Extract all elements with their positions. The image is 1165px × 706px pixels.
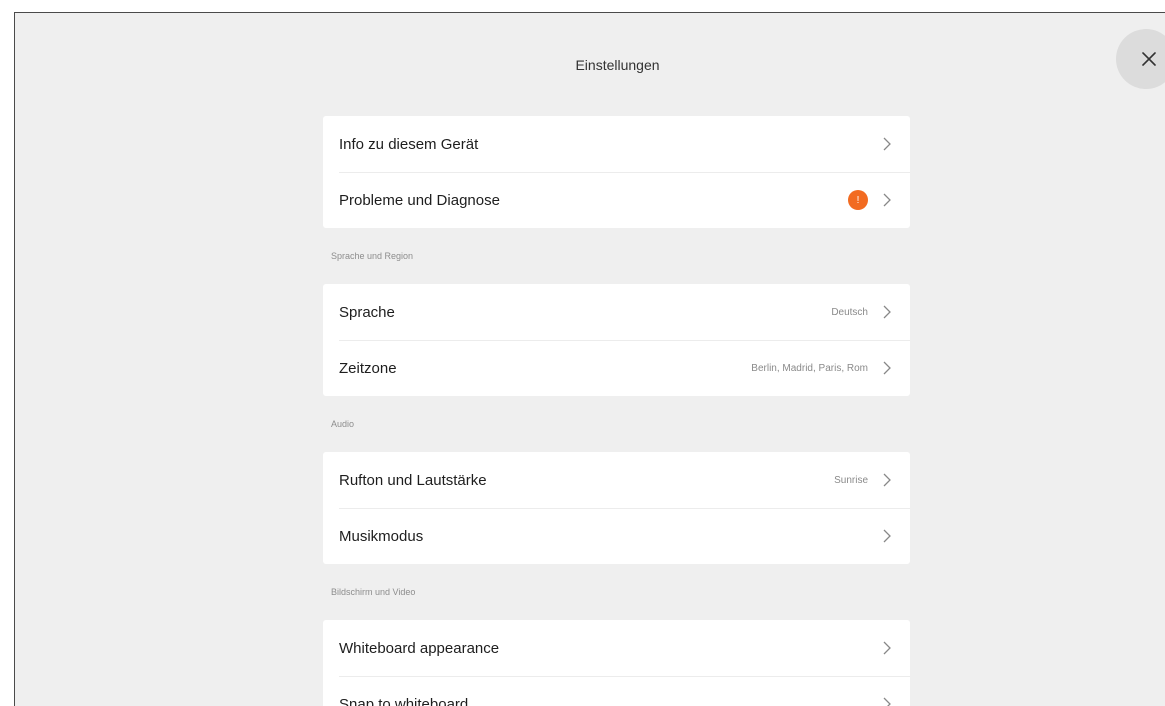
section-header-language-region: Sprache und Region (331, 251, 414, 261)
settings-group-device: Info zu diesem Gerät Probleme und Diagno… (323, 116, 910, 228)
settings-item-label: Zeitzone (339, 359, 397, 377)
section-header-audio: Audio (331, 419, 355, 429)
chevron-right-icon (883, 529, 891, 543)
settings-item-whiteboard-appearance[interactable]: Whiteboard appearance (323, 620, 910, 676)
settings-item-label: Snap to whiteboard (339, 695, 469, 706)
chevron-right-icon (883, 641, 891, 655)
section-header-display-video: Bildschirm und Video (331, 587, 416, 597)
settings-group-display-video: Whiteboard appearance Snap to whiteboard (323, 620, 910, 706)
settings-item-label: Rufton und Lautstärke (339, 471, 487, 489)
chevron-right-icon (883, 193, 891, 207)
chevron-right-icon (883, 361, 891, 375)
settings-item-label: Probleme und Diagnose (339, 191, 500, 209)
settings-item-label: Sprache (339, 303, 395, 321)
settings-item-ringtone-volume[interactable]: Rufton und Lautstärke Sunrise (323, 452, 910, 508)
alert-badge: ! (848, 190, 868, 210)
settings-item-timezone[interactable]: Zeitzone Berlin, Madrid, Paris, Rom (323, 340, 910, 396)
settings-screen: Einstellungen Info zu diesem Gerät Probl… (14, 12, 1165, 706)
chevron-right-icon (883, 697, 891, 706)
settings-item-value: Sunrise (834, 474, 868, 486)
settings-list: Info zu diesem Gerät Probleme und Diagno… (323, 116, 910, 706)
close-button[interactable] (1116, 29, 1165, 89)
settings-item-label: Whiteboard appearance (339, 639, 500, 657)
page-title: Einstellungen (575, 57, 660, 73)
settings-group-audio: Rufton und Lautstärke Sunrise Musikmodus (323, 452, 910, 564)
chevron-right-icon (883, 305, 891, 319)
chevron-right-icon (883, 473, 891, 487)
settings-group-language-region: Sprache Deutsch Zeitzone Berlin, Madrid,… (323, 284, 910, 396)
settings-item-label: Info zu diesem Gerät (339, 135, 479, 153)
settings-item-label: Musikmodus (339, 527, 424, 545)
chevron-right-icon (883, 137, 891, 151)
settings-item-language[interactable]: Sprache Deutsch (323, 284, 910, 340)
settings-item-device-info[interactable]: Info zu diesem Gerät (323, 116, 910, 172)
settings-item-issues-diagnostics[interactable]: Probleme und Diagnose ! (323, 172, 910, 228)
settings-item-value: Deutsch (831, 306, 868, 318)
settings-item-value: Berlin, Madrid, Paris, Rom (751, 362, 868, 374)
close-icon (1142, 52, 1156, 66)
settings-item-music-mode[interactable]: Musikmodus (323, 508, 910, 564)
settings-item-snap-to-whiteboard[interactable]: Snap to whiteboard (323, 676, 910, 706)
